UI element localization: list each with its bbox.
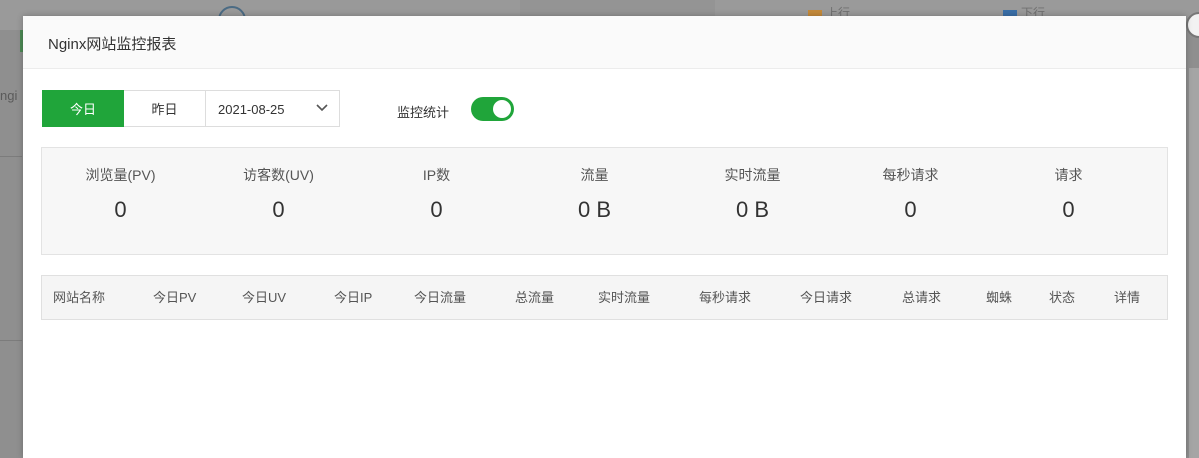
- column-header-spider[interactable]: 蜘蛛: [986, 276, 1012, 319]
- modal-title: Nginx网站监控报表: [48, 36, 177, 53]
- tab-yesterday[interactable]: 昨日: [124, 90, 206, 127]
- monitor-report-modal: Nginx网站监控报表 今日 昨日 2021-08-25 监控统计 浏览量(PV…: [23, 16, 1186, 458]
- backdrop-divider: [0, 156, 22, 157]
- site-table-header: 网站名称 今日PV 今日UV 今日IP 今日流量 总流量 实时流量 每秒请求 今…: [41, 275, 1168, 320]
- backdrop-left-text: ngi: [0, 88, 18, 103]
- column-header-details[interactable]: 详情: [1114, 276, 1140, 319]
- stat-value: 0: [430, 197, 443, 222]
- column-header-status[interactable]: 状态: [1049, 276, 1075, 319]
- close-icon[interactable]: [1186, 12, 1199, 38]
- stat-label: 浏览量(PV): [85, 167, 156, 183]
- stat-value: 0 B: [577, 197, 612, 222]
- stat-requests: 请求 0: [990, 148, 1147, 223]
- stats-summary: 浏览量(PV) 0 访客数(UV) 0 IP数 0 流量 0 B 实时流量 0 …: [41, 147, 1168, 255]
- monitor-toggle[interactable]: [471, 97, 514, 121]
- column-header-today-uv[interactable]: 今日UV: [242, 276, 286, 319]
- tab-today[interactable]: 今日: [42, 90, 124, 127]
- stat-realtime-traffic: 实时流量 0 B: [674, 148, 831, 223]
- stat-label: 每秒请求: [882, 167, 939, 183]
- stat-value: 0 B: [735, 197, 770, 222]
- stat-traffic: 流量 0 B: [516, 148, 673, 223]
- backdrop-scrollbar[interactable]: [1189, 68, 1199, 458]
- stat-label: 访客数(UV): [243, 167, 314, 183]
- backdrop-divider: [0, 340, 22, 341]
- stat-label: 请求: [1054, 167, 1083, 183]
- column-header-total-traffic[interactable]: 总流量: [515, 276, 554, 319]
- date-tabs: 今日 昨日 2021-08-25: [42, 90, 340, 127]
- stat-label: 流量: [580, 167, 609, 183]
- stat-ip: IP数 0: [358, 148, 515, 223]
- stat-pv: 浏览量(PV) 0: [42, 148, 199, 223]
- stat-value: 0: [1062, 197, 1075, 222]
- modal-header: Nginx网站监控报表: [23, 16, 1186, 69]
- column-header-today-pv[interactable]: 今日PV: [153, 276, 196, 319]
- stat-value: 0: [904, 197, 917, 222]
- column-header-requests-per-second[interactable]: 每秒请求: [699, 276, 751, 319]
- stat-value: 0: [114, 197, 127, 222]
- column-header-site-name[interactable]: 网站名称: [53, 276, 105, 319]
- chevron-down-icon: [316, 104, 328, 112]
- stat-label: 实时流量: [724, 167, 781, 183]
- monitor-toggle-label: 监控统计: [397, 105, 450, 120]
- stat-uv: 访客数(UV) 0: [200, 148, 357, 223]
- stat-value: 0: [272, 197, 285, 222]
- column-header-today-requests[interactable]: 今日请求: [800, 276, 852, 319]
- date-select-value: 2021-08-25: [218, 102, 285, 117]
- date-select[interactable]: 2021-08-25: [206, 90, 340, 127]
- column-header-today-traffic[interactable]: 今日流量: [414, 276, 466, 319]
- column-header-total-requests[interactable]: 总请求: [902, 276, 941, 319]
- monitor-toggle-knob: [493, 100, 511, 118]
- stat-label: IP数: [422, 167, 451, 183]
- column-header-realtime-traffic[interactable]: 实时流量: [598, 276, 650, 319]
- column-header-today-ip[interactable]: 今日IP: [334, 276, 372, 319]
- stat-requests-per-second: 每秒请求 0: [832, 148, 989, 223]
